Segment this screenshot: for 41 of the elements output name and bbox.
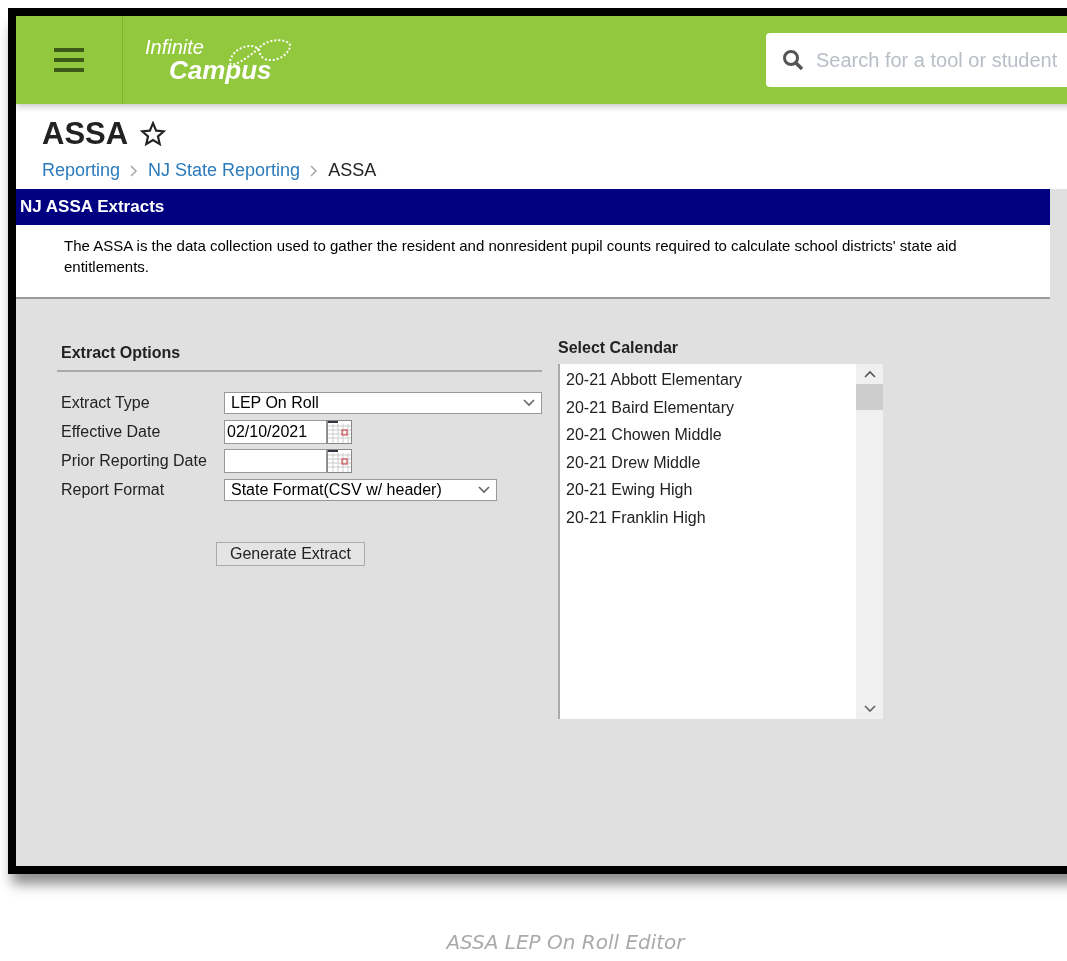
list-item[interactable]: 20-21 Abbott Elementary: [564, 368, 852, 396]
calendar-icon[interactable]: [327, 419, 352, 444]
scrollbar[interactable]: [856, 364, 883, 719]
list-item[interactable]: 20-21 Drew Middle: [564, 450, 852, 478]
date-field[interactable]: [224, 448, 327, 473]
calendar-icon[interactable]: [327, 448, 352, 473]
dropdown[interactable]: State Format(CSV w/ header): [224, 478, 497, 501]
chevron-down-icon[interactable]: [478, 485, 490, 494]
chevron-down-icon[interactable]: [523, 398, 535, 407]
breadcrumb-link[interactable]: Reporting: [42, 160, 121, 181]
scroll-thumb[interactable]: [856, 384, 883, 410]
list-item[interactable]: 20-21 Chowen Middle: [564, 423, 852, 451]
chevron-right-icon: [310, 164, 319, 177]
logo-text: Campus: [169, 57, 272, 83]
breadcrumb-current: ASSA: [328, 160, 377, 181]
generate-button[interactable]: Generate Extract: [216, 542, 365, 566]
search-field[interactable]: Search for a tool or student: [766, 33, 1067, 87]
chevron-down-icon[interactable]: [863, 705, 876, 713]
list-item[interactable]: 20-21 Franklin High: [564, 505, 852, 533]
date-field[interactable]: 02/10/2021: [224, 419, 327, 444]
chevron-up-icon[interactable]: [863, 370, 876, 378]
dropdown[interactable]: LEP On Roll: [224, 391, 542, 414]
list-item[interactable]: 20-21 Ewing High: [564, 478, 852, 506]
section-heading: Select Calendar: [558, 339, 680, 357]
page-title: ASSA: [42, 116, 129, 152]
field-label: Report Format: [60, 480, 166, 499]
panel-header: NJ ASSA Extracts: [16, 189, 1050, 225]
calendar-list[interactable]: 20-21 Abbott Elementary 20-21 Baird Elementary 20-21 Chowen Middle 20-21 Drew Middle 20-21 Ewing High 20-21 Franklin High: [558, 364, 883, 719]
field-label: Effective Date: [60, 422, 162, 441]
breadcrumb-link[interactable]: NJ State Reporting: [148, 160, 301, 181]
menu-icon[interactable]: [54, 48, 84, 72]
star-icon[interactable]: [140, 121, 167, 147]
chevron-right-icon: [130, 164, 139, 177]
section-heading: Extract Options: [57, 344, 542, 372]
caption: ASSA LEP On Roll Editor: [444, 930, 687, 954]
field-label: Prior Reporting Date: [60, 451, 208, 470]
logo-text: Infinite: [145, 37, 205, 57]
list-item[interactable]: 20-21 Baird Elementary: [564, 395, 852, 423]
search-icon: [782, 49, 804, 71]
description-text: The ASSA is the data collection used to gather the resident and nonresident pupil counts required to calculate school districts' state aid entitlements.: [64, 236, 958, 277]
field-label: Extract Type: [60, 393, 151, 412]
